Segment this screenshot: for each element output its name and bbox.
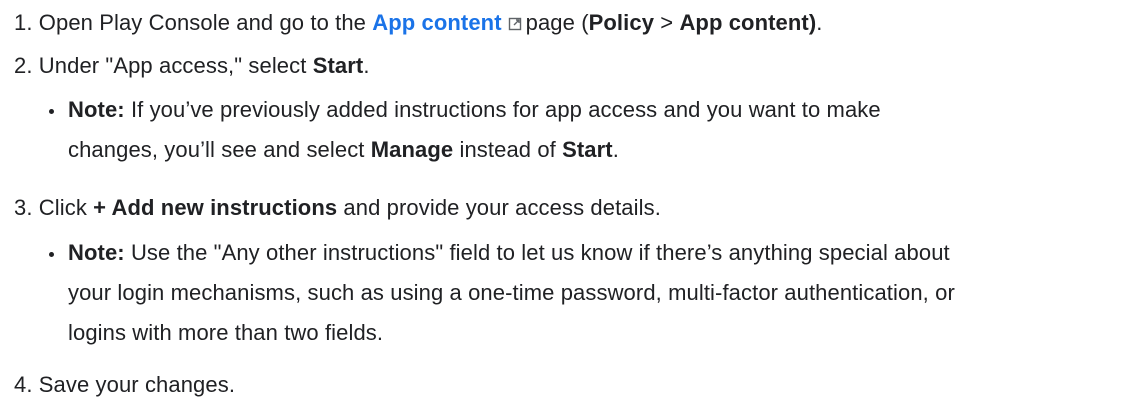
- bullet: [49, 252, 54, 257]
- app-content-link[interactable]: App content: [372, 10, 501, 35]
- step-1: 1. Open Play Console and go to the App c…: [14, 8, 823, 39]
- note-text: your login mechanisms, such as using a o…: [68, 280, 955, 305]
- step-3-note-line-3: logins with more than two fields.: [68, 318, 383, 348]
- step-3-note-line-1: Note: Use the "Any other instructions" f…: [68, 238, 950, 268]
- add-new-instructions-label: + Add new instructions: [93, 195, 338, 220]
- note-text: logins with more than two fields.: [68, 320, 384, 345]
- instruction-steps: 1. Open Play Console and go to the App c…: [0, 0, 1132, 399]
- separator: >: [660, 10, 674, 35]
- note-label: Note:: [68, 240, 125, 265]
- start-label: Start: [312, 53, 364, 78]
- open-in-new-icon[interactable]: [508, 9, 522, 39]
- period: .: [612, 137, 619, 162]
- note-text: instead of: [459, 137, 556, 162]
- policy-label: Policy: [588, 10, 655, 35]
- step-number: 2.: [14, 53, 33, 78]
- manage-label: Manage: [370, 137, 454, 162]
- note-text: Use the "Any other instructions" field t…: [130, 240, 950, 265]
- start-label: Start: [562, 137, 613, 162]
- step-text: and provide your access details.: [343, 195, 661, 220]
- note-label: Note:: [68, 97, 125, 122]
- period: .: [816, 10, 823, 35]
- step-4: 4. Save your changes.: [14, 370, 235, 400]
- step-number: 3.: [14, 195, 33, 220]
- bullet: [49, 109, 54, 114]
- step-text: Open Play Console and go to the: [38, 10, 366, 35]
- step-3: 3. Click + Add new instructions and prov…: [14, 193, 661, 223]
- step-3-note-line-2: your login mechanisms, such as using a o…: [68, 278, 955, 308]
- step-number: 1.: [14, 10, 33, 35]
- step-2-note-line-2: changes, you’ll see and select Manage in…: [68, 135, 619, 165]
- step-text: Under "App access," select: [38, 53, 307, 78]
- app-content-label: App content): [679, 10, 817, 35]
- step-text: Click: [38, 195, 87, 220]
- step-text: Save your changes.: [38, 372, 236, 397]
- period: .: [363, 53, 370, 78]
- step-2-note-line-1: Note: If you’ve previously added instruc…: [68, 95, 881, 125]
- note-text: If you’ve previously added instructions …: [130, 97, 881, 122]
- note-text: changes, you’ll see and select: [68, 137, 365, 162]
- step-text: page (: [525, 10, 589, 35]
- step-2: 2. Under "App access," select Start.: [14, 51, 370, 81]
- step-number: 4.: [14, 372, 33, 397]
